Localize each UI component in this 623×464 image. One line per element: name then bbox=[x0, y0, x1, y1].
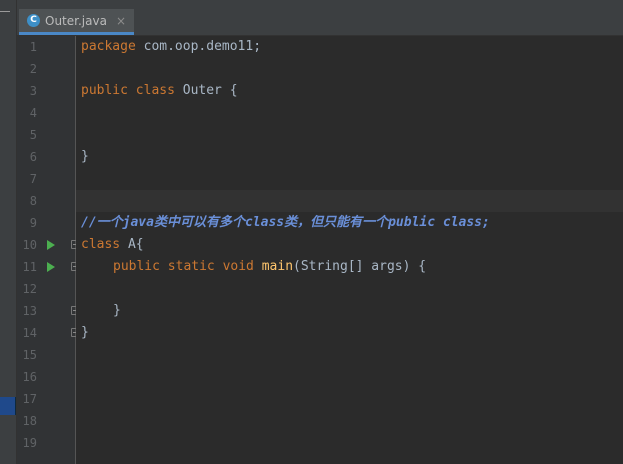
gutter-row: 8 bbox=[17, 190, 75, 212]
strip-marker bbox=[0, 11, 10, 22]
gutter-row: 18 bbox=[17, 410, 75, 432]
code-line-9: //一个java类中可以有多个class类，但只能有一个public class… bbox=[81, 212, 490, 234]
strip-highlight-accent bbox=[0, 397, 15, 415]
gutter-row: 11 bbox=[17, 256, 78, 278]
line-number: 16 bbox=[22, 370, 37, 384]
line-number: 17 bbox=[22, 392, 37, 406]
line-number: 9 bbox=[29, 216, 37, 230]
line-number: 13 bbox=[22, 304, 37, 318]
gutter-row: 13 bbox=[17, 300, 78, 322]
line-number: 1 bbox=[29, 40, 37, 54]
class-declaration: A{ bbox=[120, 237, 144, 252]
code-line-3: public class Outer { bbox=[81, 80, 238, 102]
method-params: (String[] args) { bbox=[293, 259, 427, 274]
code-line-11: public static void main(String[] args) { bbox=[113, 256, 426, 278]
code-line-1: package com.oop.demo11; bbox=[81, 36, 261, 58]
keyword: class bbox=[81, 237, 121, 252]
closing-brace: } bbox=[113, 303, 121, 318]
code-line-14: } bbox=[81, 322, 89, 344]
gutter-row: 19 bbox=[17, 432, 75, 454]
gutter-row: 17 bbox=[17, 388, 75, 410]
closing-brace: } bbox=[81, 325, 89, 340]
line-number: 5 bbox=[29, 128, 37, 142]
gutter-row: 4 bbox=[17, 102, 75, 124]
line-number: 2 bbox=[29, 62, 37, 76]
run-icon[interactable] bbox=[47, 240, 55, 250]
close-icon[interactable]: × bbox=[116, 14, 126, 28]
line-number: 14 bbox=[22, 326, 37, 340]
keyword: public static void bbox=[113, 259, 254, 274]
closing-brace: } bbox=[81, 149, 89, 164]
tab-outer-java[interactable]: C Outer.java × bbox=[19, 9, 134, 35]
tab-label: Outer.java bbox=[45, 13, 107, 28]
code-line-13: } bbox=[113, 300, 121, 322]
line-number: 11 bbox=[22, 260, 37, 274]
line-number: 3 bbox=[29, 84, 37, 98]
line-number: 4 bbox=[29, 106, 37, 120]
gutter-row: 10 bbox=[17, 234, 78, 256]
line-number: 18 bbox=[22, 414, 37, 428]
tool-window-strip bbox=[0, 0, 17, 464]
gutter-row: 6 bbox=[17, 146, 75, 168]
editor-tab-bar: C Outer.java × bbox=[17, 0, 623, 36]
comment: //一个java类中可以有多个class类，但只能有一个public class… bbox=[81, 215, 490, 230]
gutter-row: 15 bbox=[17, 344, 75, 366]
gutter-row: 7 bbox=[17, 168, 75, 190]
gutter-row: 3 bbox=[17, 80, 75, 102]
java-class-icon: C bbox=[27, 14, 40, 27]
gutter-row: 2 bbox=[17, 58, 75, 80]
code-editor[interactable]: package com.oop.demo11; public class Out… bbox=[76, 36, 623, 464]
gutter-row: 12 bbox=[17, 278, 75, 300]
line-number: 6 bbox=[29, 150, 37, 164]
line-number: 15 bbox=[22, 348, 37, 362]
keyword: public class bbox=[81, 83, 175, 98]
line-number: 10 bbox=[22, 238, 37, 252]
run-icon[interactable] bbox=[47, 262, 55, 272]
line-number: 12 bbox=[22, 282, 37, 296]
package-name: com.oop.demo11; bbox=[135, 39, 262, 54]
line-number: 19 bbox=[22, 436, 37, 450]
method-name: main bbox=[261, 259, 294, 274]
keyword: package bbox=[81, 39, 136, 54]
editor-gutter: 1 2 3 4 5 6 7 8 9 10 11 12 13 14 15 16 17 18 19 bbox=[17, 36, 78, 464]
line-number: 8 bbox=[29, 194, 37, 208]
class-declaration: Outer { bbox=[174, 83, 238, 98]
code-line-10: class A{ bbox=[81, 234, 144, 256]
current-line-highlight bbox=[76, 190, 623, 212]
gutter-row: 1 bbox=[17, 36, 75, 58]
gutter-row: 5 bbox=[17, 124, 75, 146]
line-number: 7 bbox=[29, 172, 37, 186]
code-line-6: } bbox=[81, 146, 89, 168]
gutter-row: 9 bbox=[17, 212, 75, 234]
gutter-row: 16 bbox=[17, 366, 75, 388]
gutter-row: 14 bbox=[17, 322, 78, 344]
